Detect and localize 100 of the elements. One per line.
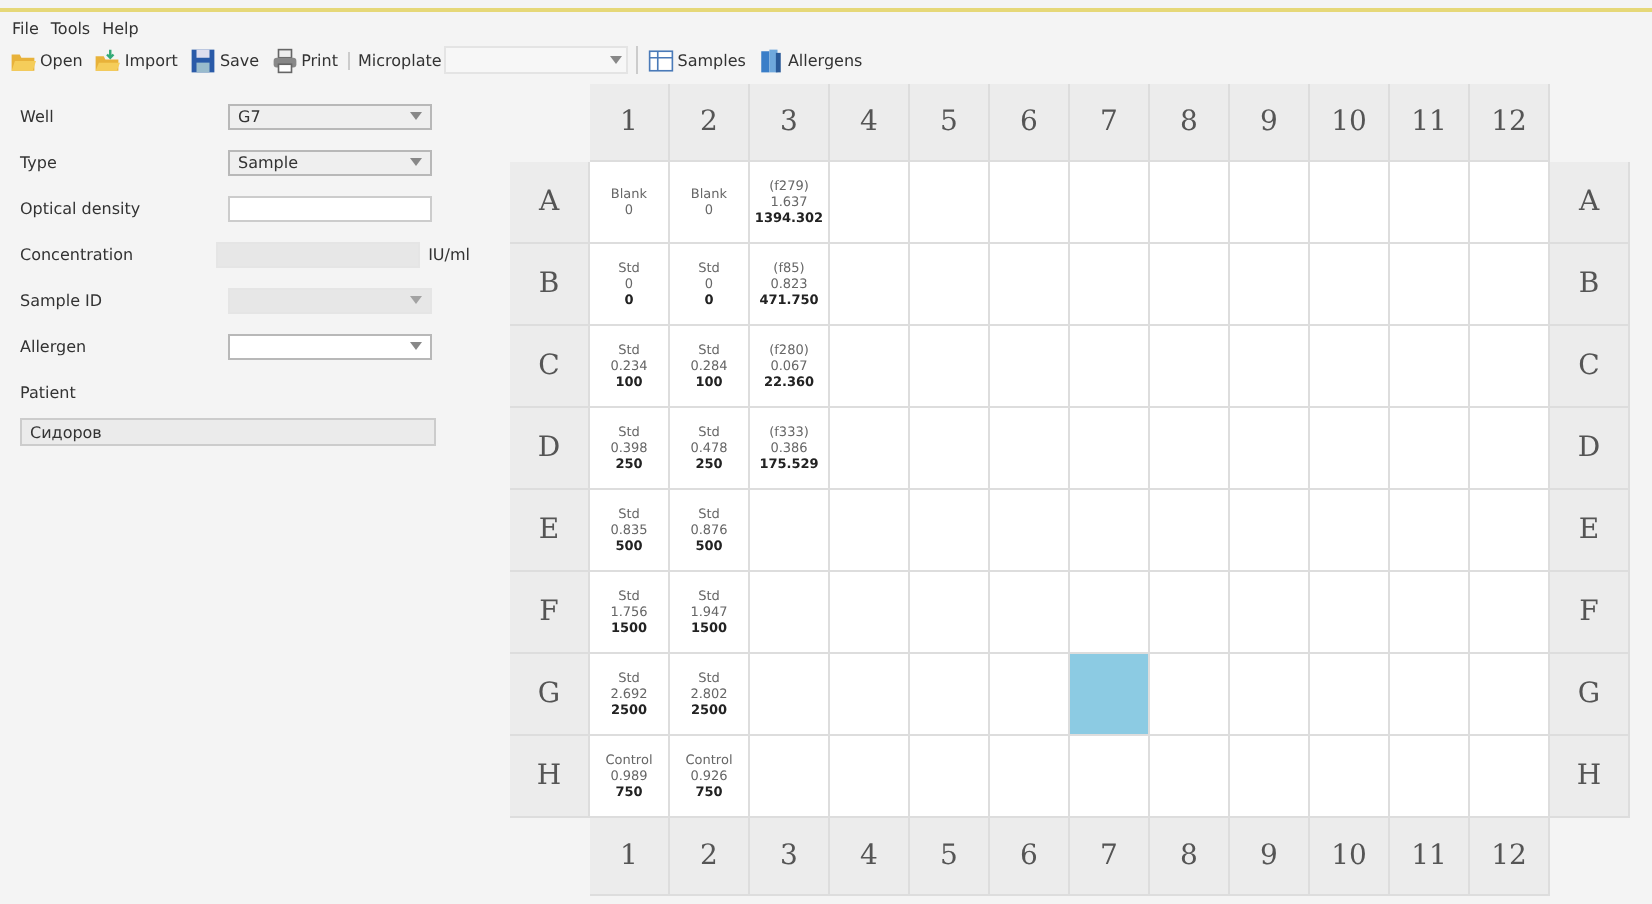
well[interactable] bbox=[1310, 408, 1390, 490]
well[interactable] bbox=[1470, 326, 1550, 408]
import-button[interactable]: Import bbox=[92, 47, 180, 73]
row-header: E bbox=[1550, 490, 1630, 572]
well[interactable] bbox=[1470, 490, 1550, 572]
well[interactable] bbox=[830, 162, 910, 244]
field-label: Sample ID bbox=[20, 291, 105, 309]
well[interactable] bbox=[1150, 490, 1230, 572]
well[interactable] bbox=[990, 408, 1070, 490]
well[interactable] bbox=[1230, 326, 1310, 408]
well[interactable] bbox=[1230, 654, 1310, 736]
caret-icon bbox=[410, 158, 422, 166]
input-field[interactable] bbox=[228, 195, 432, 221]
well[interactable] bbox=[990, 572, 1070, 654]
well[interactable] bbox=[1070, 572, 1150, 654]
well[interactable] bbox=[1070, 654, 1150, 736]
well[interactable] bbox=[1150, 244, 1230, 326]
well[interactable] bbox=[1230, 162, 1310, 244]
well[interactable] bbox=[1150, 162, 1230, 244]
well[interactable] bbox=[1390, 408, 1470, 490]
well[interactable] bbox=[1390, 572, 1470, 654]
well[interactable] bbox=[1310, 736, 1390, 818]
microplate-combo[interactable] bbox=[443, 46, 628, 74]
well[interactable] bbox=[750, 490, 830, 572]
well[interactable] bbox=[910, 162, 990, 244]
well[interactable] bbox=[1230, 408, 1310, 490]
allergens-button[interactable]: Allergens bbox=[755, 47, 865, 73]
well[interactable] bbox=[1070, 326, 1150, 408]
well[interactable] bbox=[1470, 244, 1550, 326]
samples-button[interactable]: Samples bbox=[645, 47, 748, 73]
well[interactable] bbox=[990, 244, 1070, 326]
well[interactable] bbox=[910, 326, 990, 408]
well[interactable] bbox=[1230, 244, 1310, 326]
well[interactable] bbox=[1070, 162, 1150, 244]
well[interactable] bbox=[1390, 490, 1470, 572]
menu-item[interactable]: Tools bbox=[50, 20, 91, 38]
well[interactable] bbox=[910, 572, 990, 654]
dropdown[interactable] bbox=[228, 333, 432, 359]
well[interactable] bbox=[1470, 408, 1550, 490]
well[interactable] bbox=[1470, 162, 1550, 244]
well[interactable] bbox=[1390, 162, 1470, 244]
dropdown[interactable]: Sample bbox=[228, 149, 432, 175]
well[interactable] bbox=[1310, 326, 1390, 408]
well[interactable] bbox=[990, 654, 1070, 736]
well[interactable] bbox=[750, 736, 830, 818]
row-header: H bbox=[510, 736, 590, 818]
well[interactable] bbox=[1390, 244, 1470, 326]
well[interactable] bbox=[990, 736, 1070, 818]
well[interactable] bbox=[1070, 490, 1150, 572]
well[interactable] bbox=[990, 490, 1070, 572]
well[interactable] bbox=[830, 736, 910, 818]
well[interactable] bbox=[750, 572, 830, 654]
well[interactable] bbox=[910, 654, 990, 736]
well[interactable] bbox=[830, 572, 910, 654]
well[interactable] bbox=[910, 736, 990, 818]
well[interactable] bbox=[910, 408, 990, 490]
well[interactable] bbox=[830, 326, 910, 408]
well[interactable] bbox=[830, 408, 910, 490]
row-header: B bbox=[1550, 244, 1630, 326]
well[interactable] bbox=[1150, 654, 1230, 736]
well[interactable] bbox=[1310, 162, 1390, 244]
well[interactable] bbox=[750, 654, 830, 736]
well[interactable] bbox=[1150, 736, 1230, 818]
well[interactable] bbox=[1070, 244, 1150, 326]
well[interactable] bbox=[990, 162, 1070, 244]
well[interactable] bbox=[910, 244, 990, 326]
well[interactable] bbox=[1390, 326, 1470, 408]
well[interactable] bbox=[830, 244, 910, 326]
print-button[interactable]: Print bbox=[269, 47, 340, 73]
well[interactable] bbox=[1150, 408, 1230, 490]
well[interactable] bbox=[1470, 736, 1550, 818]
menu-item[interactable]: Help bbox=[102, 20, 139, 38]
well[interactable] bbox=[1230, 490, 1310, 572]
well[interactable] bbox=[910, 490, 990, 572]
well[interactable] bbox=[990, 326, 1070, 408]
column-header: 7 bbox=[1070, 818, 1150, 896]
patient-field[interactable]: Сидоров bbox=[20, 418, 436, 446]
well[interactable] bbox=[1470, 572, 1550, 654]
column-header: 12 bbox=[1470, 84, 1550, 162]
save-button[interactable]: Save bbox=[187, 47, 262, 73]
open-button[interactable]: Open bbox=[8, 47, 85, 73]
menu-item[interactable]: File bbox=[12, 20, 39, 38]
well[interactable] bbox=[1310, 490, 1390, 572]
column-header: 10 bbox=[1310, 818, 1390, 896]
well[interactable] bbox=[1150, 326, 1230, 408]
well[interactable] bbox=[1150, 572, 1230, 654]
well[interactable] bbox=[1310, 654, 1390, 736]
well[interactable] bbox=[830, 654, 910, 736]
well[interactable] bbox=[1070, 736, 1150, 818]
well[interactable] bbox=[1230, 572, 1310, 654]
well[interactable] bbox=[1070, 408, 1150, 490]
well[interactable] bbox=[1390, 654, 1470, 736]
well[interactable] bbox=[1390, 736, 1470, 818]
well[interactable] bbox=[1230, 736, 1310, 818]
well[interactable] bbox=[1310, 572, 1390, 654]
column-header: 5 bbox=[910, 84, 990, 162]
well[interactable] bbox=[1470, 654, 1550, 736]
well[interactable] bbox=[830, 490, 910, 572]
dropdown[interactable]: G7 bbox=[228, 103, 432, 129]
well[interactable] bbox=[1310, 244, 1390, 326]
